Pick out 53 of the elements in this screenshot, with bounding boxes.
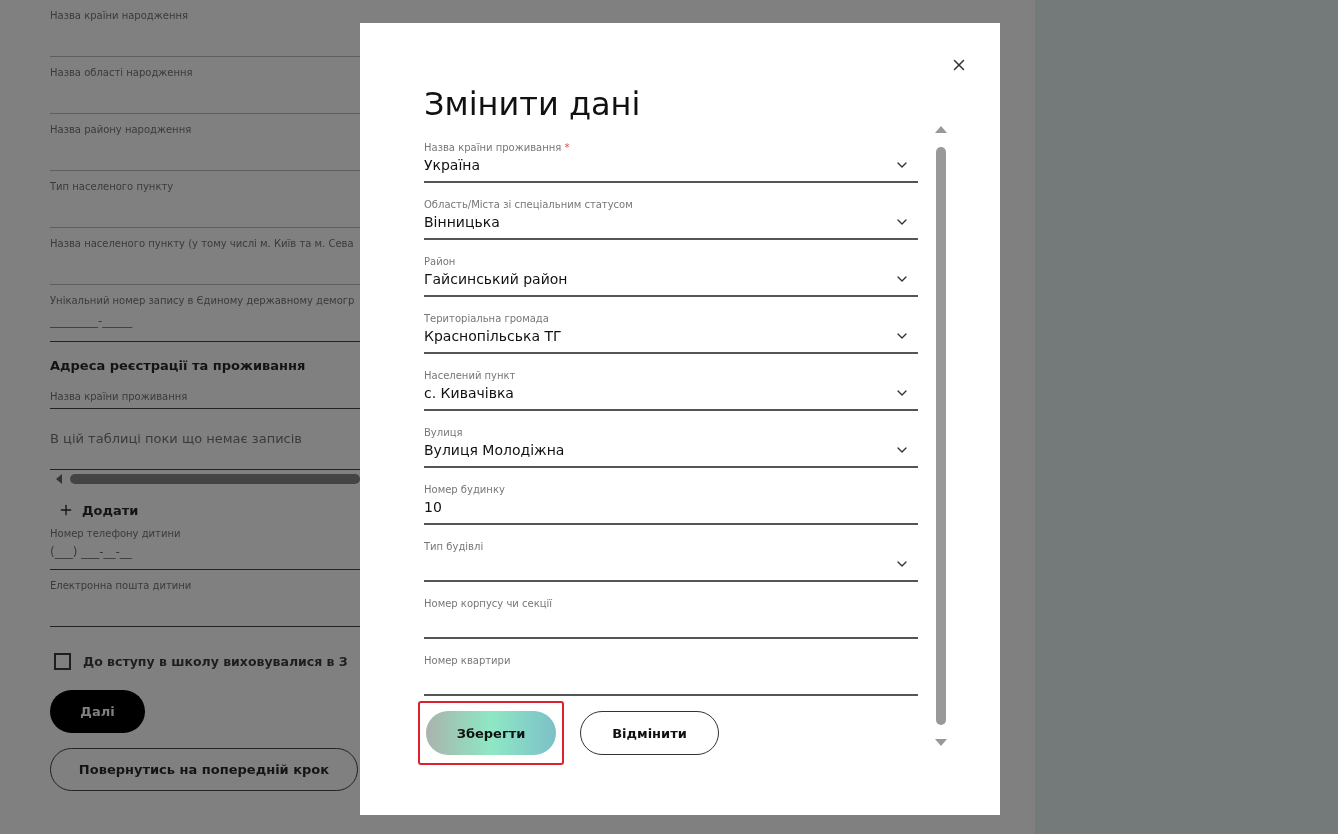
field-label: Номер квартири	[424, 655, 512, 666]
select-field[interactable]: Вулиця Вулиця Молодіжна	[424, 411, 918, 468]
select-field[interactable]: Район Гайсинський район	[424, 240, 918, 297]
field-label: Назва країни проживання *	[424, 142, 571, 153]
select-field[interactable]: Тип будівлі	[424, 525, 918, 582]
field-label: Район	[424, 256, 457, 267]
field-label: Населений пункт	[424, 370, 517, 381]
select-field[interactable]: Назва країни проживання * Україна	[424, 126, 918, 183]
form-field[interactable]: Назва країни народження	[50, 0, 360, 57]
field-value: Краснопільська ТГ	[424, 328, 562, 344]
input-field[interactable]: Номер квартири	[424, 639, 918, 696]
field-label: Назва району народження	[50, 124, 193, 135]
field-label: Вулиця	[424, 427, 464, 438]
checkbox[interactable]	[54, 653, 71, 670]
field-label: Номер корпусу чи секції	[424, 598, 554, 609]
scroll-up-icon[interactable]	[935, 126, 947, 133]
field-label: Назва країни народження	[50, 10, 189, 21]
field-label: Назва країни проживання	[50, 391, 188, 402]
scrollbar-thumb[interactable]	[936, 147, 946, 725]
scrollbar-thumb[interactable]	[70, 474, 360, 484]
field-label: Тип будівлі	[424, 541, 485, 552]
field-value: Гайсинський район	[424, 271, 568, 287]
scroll-left-icon[interactable]	[56, 474, 62, 484]
input-field[interactable]: Номер корпусу чи секції	[424, 582, 918, 639]
cancel-button[interactable]: Відмінити	[580, 711, 719, 755]
checkbox-label: До вступу в школу виховувалися в З	[83, 654, 348, 669]
field-label: Назва області народження	[50, 67, 194, 78]
field-value: Україна	[424, 157, 481, 173]
field-value: Вінницька	[424, 214, 500, 230]
section-heading: Адреса реєстрації та проживання	[50, 358, 307, 373]
field-value: 10	[424, 499, 442, 515]
select-field[interactable]: Територіальна громада Краснопільська ТГ	[424, 297, 918, 354]
plus-icon	[58, 502, 74, 518]
add-button[interactable]: Додати	[50, 502, 139, 518]
field-label: Унікальний номер запису в Єдиному державному демогр	[50, 295, 356, 306]
field-value: с. Кивачівка	[424, 385, 514, 401]
field-label: Номер телефону дитини	[50, 528, 182, 539]
masked-input[interactable]: (___) ___-__-__	[50, 545, 250, 559]
input-field[interactable]: Номер будинку 10	[424, 468, 918, 525]
masked-input[interactable]: ________-_____	[50, 314, 250, 328]
dialog-title: Змінити дані	[424, 85, 642, 123]
field-label: Номер будинку	[424, 484, 506, 495]
field-label: Тип населеного пункту	[50, 181, 175, 192]
field-label: Область/Міста зі спеціальним статусом	[424, 199, 634, 210]
select-field[interactable]: Область/Міста зі спеціальним статусом Вінницька	[424, 183, 918, 240]
scroll-down-icon[interactable]	[935, 739, 947, 746]
field-label: Електронна пошта дитини	[50, 580, 193, 591]
save-button[interactable]: Зберегти	[426, 711, 556, 755]
field-label: Територіальна громада	[424, 313, 550, 324]
select-field[interactable]: Населений пункт с. Кивачівка	[424, 354, 918, 411]
field-value: Вулиця Молодіжна	[424, 442, 565, 458]
next-button[interactable]: Далі	[50, 690, 145, 733]
field-label: Назва населеного пункту (у тому числі м. Київ та м. Сева	[50, 238, 355, 249]
